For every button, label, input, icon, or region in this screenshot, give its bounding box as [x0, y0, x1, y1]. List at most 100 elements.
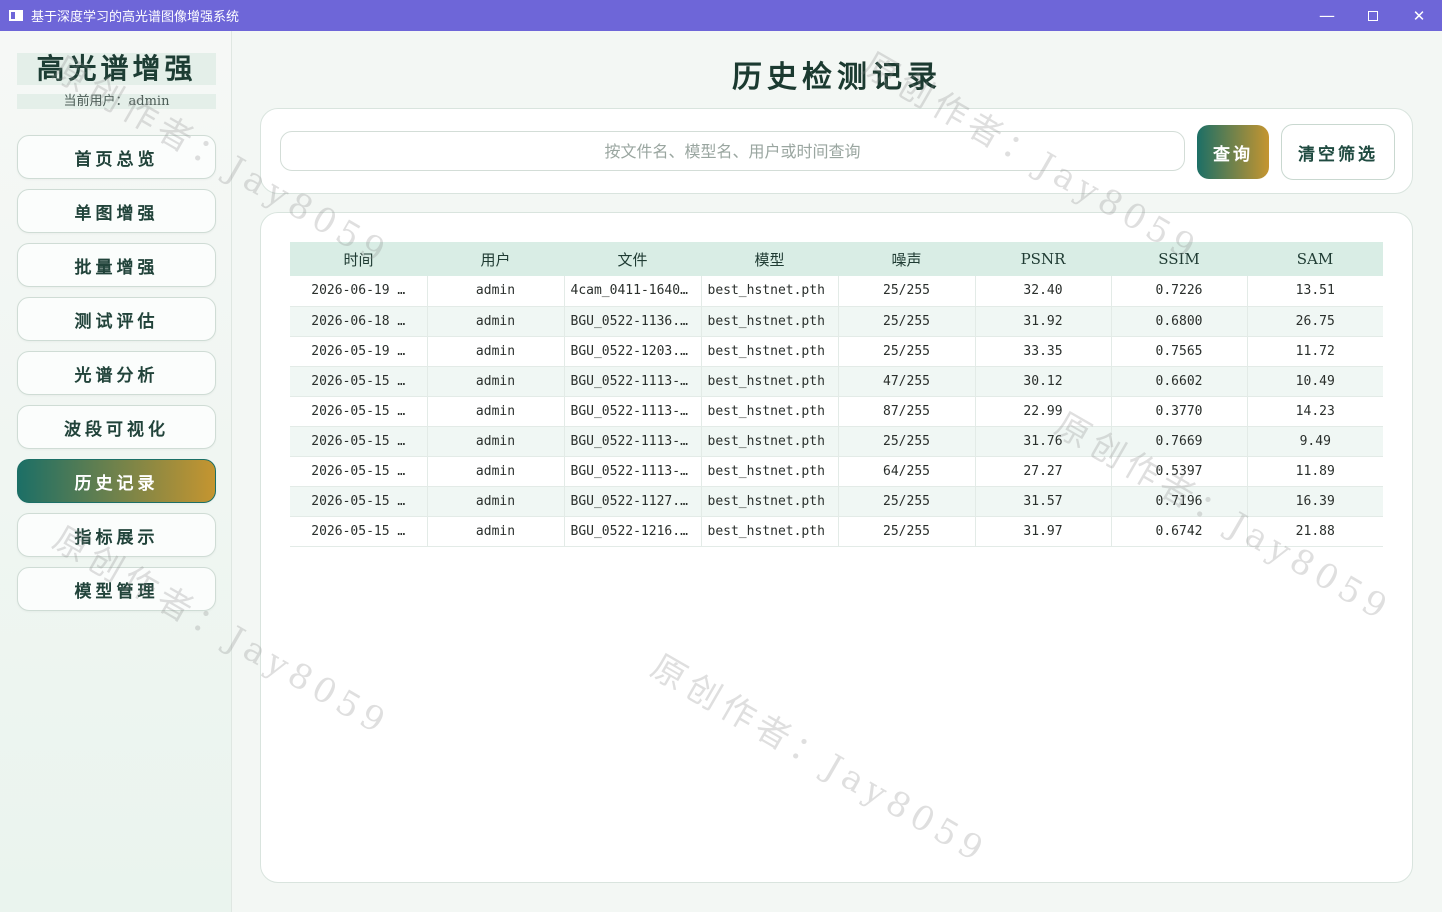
table-cell: 0.3770: [1111, 396, 1248, 427]
table-cell: BGU_0522-1113-…: [564, 396, 702, 427]
table-cell: 2026-05-15 …: [290, 516, 428, 547]
table-cell: admin: [427, 486, 565, 517]
table-cell: 22.99: [975, 396, 1112, 427]
table-cell: 4cam_0411-1640…: [564, 276, 702, 307]
table-cell: 0.6742: [1111, 516, 1248, 547]
table-cell: 64/255: [838, 456, 976, 487]
table-cell: admin: [427, 426, 565, 457]
column-header[interactable]: 模型: [701, 242, 838, 276]
table-cell: 11.72: [1247, 336, 1383, 367]
sidebar: 高光谱增强 当前用户：admin 首页总览 单图增强 批量增强 测试评估 光谱分析 波段可…: [0, 31, 232, 912]
table-cell: admin: [427, 516, 565, 547]
table-cell: 11.89: [1247, 456, 1383, 487]
clear-filter-button[interactable]: 清空筛选: [1281, 124, 1395, 180]
table-cell: 31.57: [975, 486, 1112, 517]
table-row[interactable]: 2026-05-19 … admin BGU_0522-1203.… best_hst…: [290, 336, 1383, 367]
table-cell: 0.7196: [1111, 486, 1248, 517]
table-row[interactable]: 2026-05-15 … admin BGU_0522-1127.… best_hst…: [290, 486, 1383, 517]
table-cell: admin: [427, 276, 565, 307]
table-row[interactable]: 2026-06-18 … admin BGU_0522-1136.… best_hst…: [290, 306, 1383, 337]
table-cell: BGU_0522-1216.…: [564, 516, 702, 547]
minimize-icon: —: [1319, 6, 1335, 25]
table-cell: 25/255: [838, 336, 976, 367]
window-title: 基于深度学习的高光谱图像增强系统: [31, 10, 240, 25]
table-cell: admin: [427, 396, 565, 427]
table-cell: 0.7565: [1111, 336, 1248, 367]
table-cell: 2026-06-18 …: [290, 306, 428, 337]
table-cell: 0.7669: [1111, 426, 1248, 457]
table-row[interactable]: 2026-05-15 … admin BGU_0522-1113-… best_hst…: [290, 456, 1383, 487]
table-cell: 2026-06-19 …: [290, 276, 428, 307]
search-card: 查询 清空筛选: [260, 108, 1413, 194]
column-header[interactable]: 文件: [564, 242, 701, 276]
table-row[interactable]: 2026-05-15 … admin BGU_0522-1113-… best_hst…: [290, 366, 1383, 397]
table-cell: best_hstnet.pth: [701, 456, 839, 487]
table-cell: 2026-05-15 …: [290, 486, 428, 517]
table-cell: 31.97: [975, 516, 1112, 547]
sidebar-item-band-visualization[interactable]: 波段可视化: [17, 405, 216, 449]
table-cell: 2026-05-19 …: [290, 336, 428, 367]
table-cell: 32.40: [975, 276, 1112, 307]
sidebar-item-spectrum-analysis[interactable]: 光谱分析: [17, 351, 216, 395]
table-cell: 2026-05-15 …: [290, 426, 428, 457]
table-row[interactable]: 2026-05-15 … admin BGU_0522-1216.… best_hst…: [290, 516, 1383, 547]
table-cell: 0.7226: [1111, 276, 1248, 307]
sidebar-item-model-management[interactable]: 模型管理: [17, 567, 216, 611]
table-cell: 2026-05-15 …: [290, 456, 428, 487]
column-header[interactable]: SSIM: [1111, 242, 1247, 276]
history-table: 时间 用户 文件 模型 噪声 PSNR SSIM SAM 2026-06-19 … admin 4…: [290, 242, 1383, 547]
table-cell: 33.35: [975, 336, 1112, 367]
app-icon: [9, 10, 23, 21]
column-header[interactable]: SAM: [1247, 242, 1383, 276]
search-input[interactable]: [280, 131, 1185, 171]
table-cell: 21.88: [1247, 516, 1383, 547]
table-cell: 27.27: [975, 456, 1112, 487]
table-cell: 0.5397: [1111, 456, 1248, 487]
table-cell: best_hstnet.pth: [701, 486, 839, 517]
table-cell: 25/255: [838, 516, 976, 547]
table-cell: 25/255: [838, 276, 976, 307]
table-cell: 26.75: [1247, 306, 1383, 337]
sidebar-item-single-enhance[interactable]: 单图增强: [17, 189, 216, 233]
table-cell: 2026-05-15 …: [290, 366, 428, 397]
close-button[interactable]: ✕: [1396, 0, 1442, 31]
table-cell: 25/255: [838, 486, 976, 517]
table-cell: 30.12: [975, 366, 1112, 397]
table-cell: best_hstnet.pth: [701, 396, 839, 427]
table-cell: 14.23: [1247, 396, 1383, 427]
column-header[interactable]: 用户: [427, 242, 564, 276]
column-header[interactable]: 时间: [290, 242, 427, 276]
sidebar-item-home[interactable]: 首页总览: [17, 135, 216, 179]
minimize-button[interactable]: —: [1304, 0, 1350, 31]
table-cell: best_hstnet.pth: [701, 426, 839, 457]
table-cell: 2026-05-15 …: [290, 396, 428, 427]
table-row[interactable]: 2026-05-15 … admin BGU_0522-1113-… best_hst…: [290, 426, 1383, 457]
table-cell: best_hstnet.pth: [701, 276, 839, 307]
table-cell: best_hstnet.pth: [701, 516, 839, 547]
sidebar-item-history[interactable]: 历史记录: [17, 459, 216, 503]
table-cell: 13.51: [1247, 276, 1383, 307]
table-cell: admin: [427, 306, 565, 337]
table-cell: best_hstnet.pth: [701, 336, 839, 367]
close-icon: ✕: [1412, 6, 1426, 25]
maximize-button[interactable]: [1350, 0, 1396, 31]
table-header-row: 时间 用户 文件 模型 噪声 PSNR SSIM SAM: [290, 242, 1383, 276]
column-header[interactable]: PSNR: [975, 242, 1111, 276]
window-controls: — ✕: [1304, 0, 1442, 31]
sidebar-item-batch-enhance[interactable]: 批量增强: [17, 243, 216, 287]
sidebar-item-test-eval[interactable]: 测试评估: [17, 297, 216, 341]
table-row[interactable]: 2026-05-15 … admin BGU_0522-1113-… best_hst…: [290, 396, 1383, 427]
maximize-icon: [1368, 10, 1378, 21]
table-cell: BGU_0522-1203.…: [564, 336, 702, 367]
table-cell: best_hstnet.pth: [701, 306, 839, 337]
table-row[interactable]: 2026-06-19 … admin 4cam_0411-1640… best_hst…: [290, 276, 1383, 307]
column-header[interactable]: 噪声: [838, 242, 975, 276]
table-cell: admin: [427, 366, 565, 397]
table-card: 时间 用户 文件 模型 噪声 PSNR SSIM SAM 2026-06-19 … admin 4…: [260, 212, 1413, 883]
title-bar: 基于深度学习的高光谱图像增强系统 — ✕: [0, 0, 1442, 31]
table-cell: BGU_0522-1113-…: [564, 366, 702, 397]
query-button[interactable]: 查询: [1197, 125, 1269, 179]
sidebar-item-metrics[interactable]: 指标展示: [17, 513, 216, 557]
page-title: 历史检测记录: [732, 60, 942, 95]
table-cell: BGU_0522-1136.…: [564, 306, 702, 337]
